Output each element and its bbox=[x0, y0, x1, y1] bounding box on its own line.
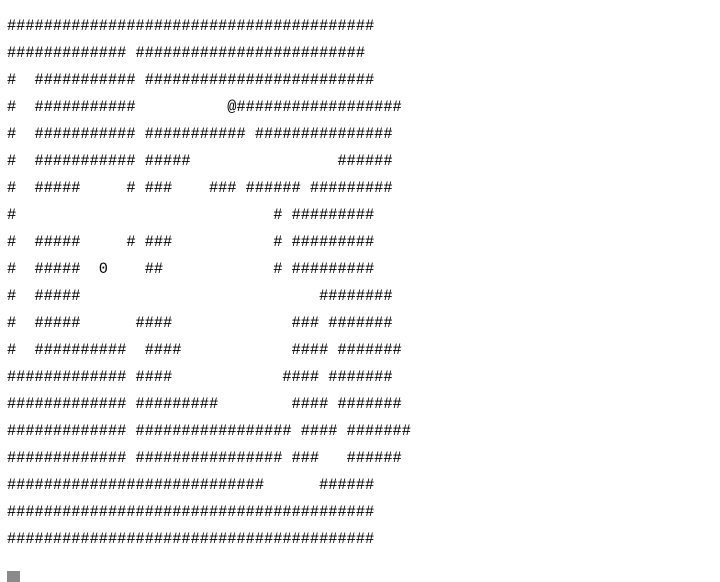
map-row: ############# ######### #### ####### bbox=[7, 395, 402, 413]
dungeon-map: ########################################… bbox=[7, 13, 411, 553]
map-row: # ########### ######################### bbox=[7, 71, 375, 89]
map-row: ######################################## bbox=[7, 503, 375, 521]
terminal-cursor bbox=[7, 571, 20, 582]
map-row: # ########### @################## bbox=[7, 98, 402, 116]
map-row: # ########## #### #### ####### bbox=[7, 341, 402, 359]
map-row: # # ######### bbox=[7, 206, 375, 224]
map-row: ######################################## bbox=[7, 530, 375, 548]
map-row: # ##### # ### # ######### bbox=[7, 233, 375, 251]
map-row: # ##### 0 ## # ######### bbox=[7, 260, 375, 278]
map-row: ############# ################# #### ###… bbox=[7, 422, 411, 440]
terminal-window: ########################################… bbox=[0, 0, 720, 582]
map-row: ############################ ###### bbox=[7, 476, 375, 494]
map-row: # ########### ##### ###### bbox=[7, 152, 393, 170]
map-row: ############# #### #### ####### bbox=[7, 368, 393, 386]
map-row: # ##### #### ### ####### bbox=[7, 314, 393, 332]
map-row: # ##### ######## bbox=[7, 287, 393, 305]
map-row: ############# ######################### bbox=[7, 44, 366, 62]
map-row: ######################################## bbox=[7, 17, 375, 35]
map-row: ############# ################ ### #####… bbox=[7, 449, 402, 467]
map-row: # ##### # ### ### ###### ######### bbox=[7, 179, 393, 197]
map-row: # ########### ########### ##############… bbox=[7, 125, 393, 143]
